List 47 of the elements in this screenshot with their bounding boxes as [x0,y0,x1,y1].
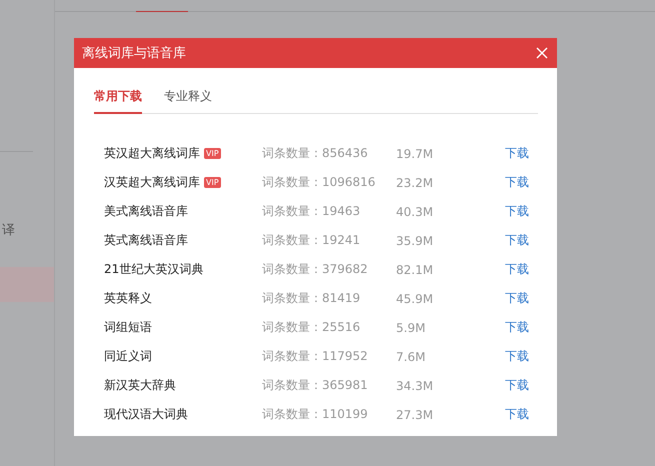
vip-badge: VIP [204,177,221,188]
dictionary-name: 新汉英大辞典 [104,377,176,394]
dictionary-name: 词组短语 [104,319,152,336]
entry-count: 词条数量：1096816 [262,174,376,191]
entry-count: 词条数量：110199 [262,406,369,423]
file-size: 5.9M [396,320,426,334]
download-link[interactable]: 下载 [505,174,529,191]
file-size: 35.9M [396,234,434,248]
download-link[interactable]: 下载 [505,203,529,220]
entry-count: 词条数量：81419 [262,290,362,307]
dictionary-name: 英式离线语音库 [104,232,188,249]
dictionary-name: 英英释义 [104,290,152,307]
dictionary-name: 汉英超大离线词库 [104,174,200,191]
file-size: 40.3M [396,204,434,218]
file-size: 23.2M [396,176,434,190]
entry-count: 词条数量：365981 [262,377,369,394]
download-link[interactable]: 下载 [505,290,529,307]
dictionary-name: 同近义词 [104,348,152,365]
entry-count: 词条数量：117952 [262,348,369,365]
download-link[interactable]: 下载 [505,348,529,365]
file-size: 34.3M [396,378,434,392]
tab[interactable]: 专业释义 [164,88,212,113]
file-size: 7.6M [396,350,426,364]
download-link[interactable]: 下载 [505,319,529,336]
file-size: 27.3M [396,408,434,422]
entry-count: 词条数量：25516 [262,319,362,336]
download-link[interactable]: 下载 [505,377,529,394]
file-size: 82.1M [396,262,434,276]
download-link[interactable]: 下载 [505,406,529,423]
close-icon[interactable] [536,47,548,59]
sidebar-item[interactable]: 译 [0,212,54,247]
tab[interactable]: 常用下载 [94,88,142,114]
dialog-title: 离线词库与语音库 [82,45,186,62]
dictionary-name: 21世纪大英汉词典 [104,261,204,278]
dictionary-name: 现代汉语大词典 [104,406,188,423]
download-link[interactable]: 下载 [505,261,529,278]
entry-count: 词条数量：19241 [262,232,362,249]
download-link[interactable]: 下载 [505,145,529,162]
dictionary-name: 美式离线语音库 [104,203,188,220]
entry-count: 词条数量：856436 [262,145,369,162]
download-link[interactable]: 下载 [505,232,529,249]
entry-count: 词条数量：19463 [262,203,362,220]
file-size: 19.7M [396,146,434,160]
entry-count: 词条数量：379682 [262,261,369,278]
vip-badge: VIP [204,148,221,159]
file-size: 45.9M [396,292,434,306]
dictionary-name: 英汉超大离线词库 [104,145,200,162]
